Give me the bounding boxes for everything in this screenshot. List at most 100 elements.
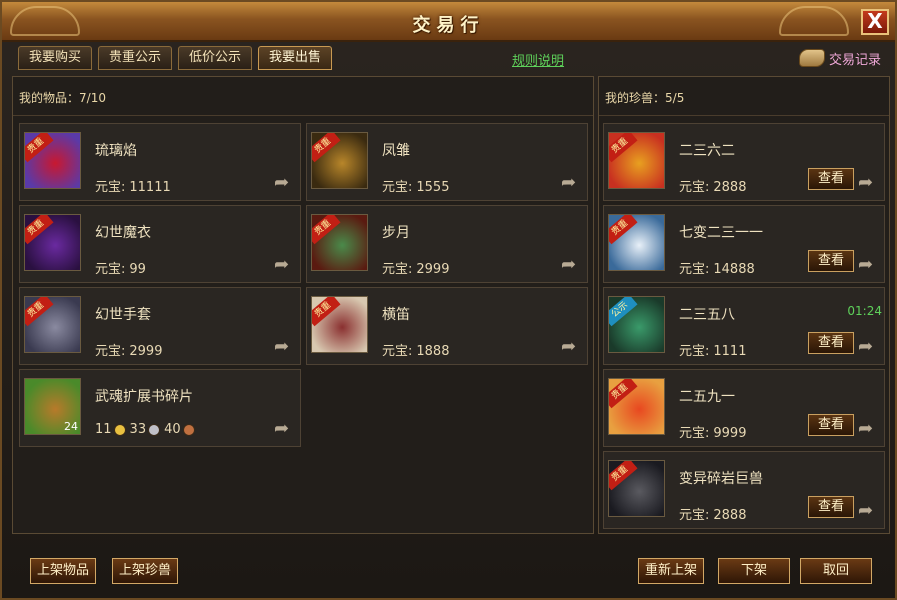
status-badge: 贵重 <box>312 215 341 245</box>
status-badge: 公示 <box>609 297 638 327</box>
pet-card[interactable]: 贵重 七变二三一一 元宝: 14888 查看 ➦ <box>603 205 885 283</box>
item-name: 武魂扩展书碎片 <box>95 389 193 405</box>
item-card[interactable]: 贵重 幻世魔衣元宝: 99 ➦ <box>19 205 301 283</box>
relist-button[interactable]: 重新上架 <box>638 558 705 584</box>
green-fan-icon: 贵重 <box>311 214 368 271</box>
pet-name: 二三五八 <box>679 307 735 323</box>
view-button[interactable]: 查看 <box>808 250 854 272</box>
price-label: 元宝: <box>382 180 413 195</box>
window-title: 交易行 <box>412 15 485 36</box>
item-card[interactable]: 贵重 凤雏元宝: 1555 ➦ <box>306 123 588 201</box>
item-card[interactable]: 24 武魂扩展书碎片 11 33 40 ➦ <box>19 369 301 447</box>
pet-price: 元宝: 2888 <box>679 504 746 523</box>
pet-price: 元宝: 2888 <box>679 176 746 195</box>
pet-name: 变异碎岩巨兽 <box>679 471 763 487</box>
trade-record-button[interactable]: 交易记录 <box>798 47 881 69</box>
share-arrow-icon[interactable]: ➦ <box>858 500 880 521</box>
jade-ring-icon: 贵重 <box>311 296 368 353</box>
stone-golem-icon: 贵重 <box>608 460 665 517</box>
delist-button[interactable]: 下架 <box>718 558 790 584</box>
price-value: 11111 <box>129 180 171 195</box>
share-arrow-icon[interactable]: ➦ <box>561 172 583 193</box>
price-value: 2888 <box>713 508 747 523</box>
rules-link[interactable]: 规则说明 <box>512 50 564 69</box>
pet-card[interactable]: 公示 二三五八元宝: 1111 01:24 查看 ➦ <box>603 287 885 365</box>
pet-name: 七变二三一一 <box>679 225 763 241</box>
tab-lowprice-notice[interactable]: 低价公示 <box>178 46 253 70</box>
price-label: 元宝: <box>679 262 710 277</box>
item-price: 元宝: 2999 <box>95 340 162 359</box>
pet-card[interactable]: 贵重 变异碎岩巨兽 元宝: 2888 查看 ➦ <box>603 451 885 529</box>
my-items-label: 我的物品： <box>19 91 80 105</box>
status-badge: 贵重 <box>312 133 341 163</box>
coin-icon <box>148 423 161 436</box>
fire-gauntlet-icon: 贵重 <box>24 132 81 189</box>
status-badge: 贵重 <box>312 297 341 327</box>
price-value: 1111 <box>713 344 747 359</box>
price-label: 元宝: <box>679 180 710 195</box>
item-card[interactable]: 贵重 琉璃焰 元宝: 11111 ➦ <box>19 123 301 201</box>
item-name: 凤雏 <box>382 143 410 159</box>
pet-name: 二三六二 <box>679 143 735 159</box>
item-price: 元宝: 99 <box>95 258 146 277</box>
share-arrow-icon[interactable]: ➦ <box>858 418 880 439</box>
price-label: 元宝: <box>679 508 710 523</box>
item-price: 元宝: 2999 <box>382 258 449 277</box>
view-button[interactable]: 查看 <box>808 496 854 518</box>
coin-amount: 33 <box>129 422 147 437</box>
tab-buy[interactable]: 我要购买 <box>18 46 93 70</box>
item-price: 元宝: 11111 <box>95 176 171 195</box>
view-button[interactable]: 查看 <box>808 168 854 190</box>
share-arrow-icon[interactable]: ➦ <box>274 418 296 439</box>
pet-card[interactable]: 贵重 二三六二 元宝: 2888 查看 ➦ <box>603 123 885 201</box>
pet-price: 元宝: 14888 <box>679 258 755 277</box>
trade-window: 交易行 X 我要购买 贵重公示 低价公示 我要出售 规则说明 交易记录 我的物品… <box>0 0 897 600</box>
purple-armor-icon: 贵重 <box>24 214 81 271</box>
item-price: 元宝: 1555 <box>382 176 449 195</box>
share-arrow-icon[interactable]: ➦ <box>274 336 296 357</box>
price-value: 2888 <box>713 180 747 195</box>
my-items-count: 7/10 <box>79 91 106 105</box>
green-imp-icon: 公示 <box>608 296 665 353</box>
close-button[interactable]: X <box>861 9 889 35</box>
my-pets-count: 5/5 <box>665 91 685 105</box>
price-value: 99 <box>129 262 146 277</box>
red-fish-icon: 贵重 <box>608 378 665 435</box>
coin-icon <box>182 423 195 436</box>
share-arrow-icon[interactable]: ➦ <box>858 336 880 357</box>
countdown-timer: 01:24 <box>847 304 882 318</box>
coin-amount: 11 <box>95 422 112 437</box>
view-button[interactable]: 查看 <box>808 332 854 354</box>
price-label: 元宝: <box>382 344 413 359</box>
item-card[interactable]: 贵重 步月 元宝: 2999 ➦ <box>306 205 588 283</box>
retrieve-button[interactable]: 取回 <box>800 558 872 584</box>
share-arrow-icon[interactable]: ➦ <box>274 172 296 193</box>
pet-card[interactable]: 贵重 二五九一 元宝: 9999 查看 ➦ <box>603 369 885 447</box>
list-item-button[interactable]: 上架物品 <box>30 558 97 584</box>
pet-name: 二五九一 <box>679 389 735 405</box>
price-value: 1555 <box>416 180 450 195</box>
price-label: 元宝: <box>679 344 710 359</box>
share-arrow-icon[interactable]: ➦ <box>858 254 880 275</box>
item-price: 元宝: 1888 <box>382 340 449 359</box>
status-badge: 贵重 <box>609 215 638 245</box>
divider <box>13 115 593 116</box>
share-arrow-icon[interactable]: ➦ <box>561 254 583 275</box>
item-name: 幻世魔衣 <box>95 225 151 241</box>
list-pet-button[interactable]: 上架珍兽 <box>112 558 179 584</box>
view-button[interactable]: 查看 <box>808 414 854 436</box>
steel-gauntlet-icon: 贵重 <box>24 296 81 353</box>
status-badge: 贵重 <box>25 297 54 327</box>
share-arrow-icon[interactable]: ➦ <box>561 336 583 357</box>
item-card[interactable]: 贵重 横笛 元宝: 1888 ➦ <box>306 287 588 365</box>
tab-sell[interactable]: 我要出售 <box>258 46 333 70</box>
item-card[interactable]: 贵重 幻世手套 元宝: 2999 ➦ <box>19 287 301 365</box>
share-arrow-icon[interactable]: ➦ <box>274 254 296 275</box>
stack-count: 24 <box>64 420 78 433</box>
trade-record-label: 交易记录 <box>828 52 881 68</box>
tab-valuable-notice[interactable]: 贵重公示 <box>98 46 173 70</box>
coin-amount: 40 <box>164 422 181 437</box>
price-value: 1888 <box>416 344 450 359</box>
my-pets-panel: 我的珍兽：5/5 贵重 二三六二 元宝: 2888 查看 ➦ 贵重 七变二三一一 元宝: 1488… <box>598 76 890 534</box>
share-arrow-icon[interactable]: ➦ <box>858 172 880 193</box>
